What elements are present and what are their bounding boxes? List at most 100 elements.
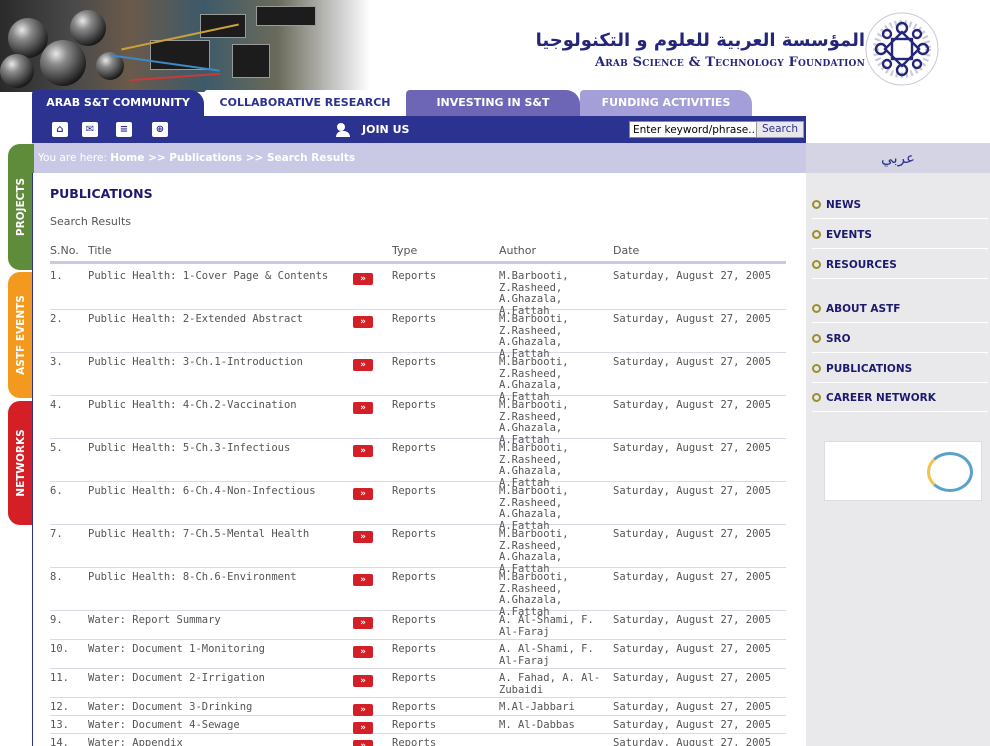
row-title-link[interactable]: Public Health: 7-Ch.5-Mental Health xyxy=(88,528,348,541)
join-us-label: JOIN US xyxy=(362,123,410,136)
breadcrumb: You are here: Home >> Publications >> Se… xyxy=(32,143,806,173)
nav-resources[interactable]: RESOURCES xyxy=(812,251,988,279)
row-number: 11. xyxy=(50,672,69,684)
document-icon[interactable]: ≡ xyxy=(116,122,132,137)
row-number: 9. xyxy=(50,614,63,626)
search-button[interactable]: Search xyxy=(756,121,804,138)
row-title-link[interactable]: Water: Document 3-Drinking xyxy=(88,701,348,714)
table-row: 10. Water: Document 1-Monitoring Reports A.… xyxy=(50,641,786,669)
page-title: PUBLICATIONS xyxy=(50,186,153,201)
view-arrow-icon[interactable]: » xyxy=(353,617,373,629)
nav-sro[interactable]: SRO xyxy=(812,325,988,353)
tab-arab-st-community[interactable]: ARAB S&T COMMUNITY xyxy=(32,90,204,116)
row-title-link[interactable]: Public Health: 3-Ch.1-Introduction xyxy=(88,356,348,369)
row-date: Saturday, August 27, 2005 xyxy=(613,643,772,655)
row-number: 13. xyxy=(50,719,69,731)
side-tab-networks[interactable]: NETWORKS xyxy=(8,401,34,525)
row-title-link[interactable]: Public Health: 5-Ch.3-Infectious xyxy=(88,442,348,455)
row-author: A. Al-Shami, F. Al-Faraj xyxy=(499,643,594,667)
nav-about-astf[interactable]: ABOUT ASTF xyxy=(812,295,988,323)
row-number: 10. xyxy=(50,643,69,655)
row-date: Saturday, August 27, 2005 xyxy=(613,485,772,497)
tab-collaborative-research-label: COLLABORATIVE RESEARCH xyxy=(219,96,391,109)
view-arrow-icon[interactable]: » xyxy=(353,531,373,543)
view-arrow-icon[interactable]: » xyxy=(353,646,373,658)
sitemap-icon[interactable]: ⊕ xyxy=(152,122,168,137)
row-title-link[interactable]: Public Health: 8-Ch.6-Environment xyxy=(88,571,348,584)
view-arrow-icon[interactable]: » xyxy=(353,722,373,734)
row-number: 7. xyxy=(50,528,63,540)
row-date: Saturday, August 27, 2005 xyxy=(613,356,772,368)
row-author: M. Al-Dabbas xyxy=(499,719,575,731)
row-title-link[interactable]: Public Health: 2-Extended Abstract xyxy=(88,313,348,326)
circle-bullet-icon xyxy=(812,260,821,269)
table-row: 6. Public Health: 6-Ch.4-Non-Infectious Re… xyxy=(50,483,786,531)
table-row: 8. Public Health: 8-Ch.6-Environment Repor… xyxy=(50,569,786,617)
row-type: Reports xyxy=(392,356,437,368)
nav-publications[interactable]: PUBLICATIONS xyxy=(812,355,988,383)
table-row: 13. Water: Document 4-Sewage Reports M. Al-… xyxy=(50,717,786,734)
row-title-link[interactable]: Public Health: 4-Ch.2-Vaccination xyxy=(88,399,348,412)
view-arrow-icon[interactable]: » xyxy=(353,273,373,285)
foundation-name-english: Arab Science & Technology Foundation xyxy=(594,55,865,70)
table-row: 11. Water: Document 2-Irrigation Reports A.… xyxy=(50,670,786,698)
row-date: Saturday, August 27, 2005 xyxy=(613,442,772,454)
home-icon[interactable]: ⌂ xyxy=(52,122,68,137)
row-date: Saturday, August 27, 2005 xyxy=(613,399,772,411)
row-title-link[interactable]: Public Health: 6-Ch.4-Non-Infectious xyxy=(88,485,348,498)
forum-banner-ad[interactable] xyxy=(824,441,982,501)
view-arrow-icon[interactable]: » xyxy=(353,445,373,457)
table-row: 3. Public Health: 3-Ch.1-Introduction Repo… xyxy=(50,354,786,402)
view-arrow-icon[interactable]: » xyxy=(353,402,373,414)
row-title-link[interactable]: Public Health: 1-Cover Page & Contents xyxy=(88,270,348,283)
nav-label: RESOURCES xyxy=(826,259,897,271)
side-tab-label: ASTF EVENTS xyxy=(15,295,27,375)
row-title-link[interactable]: Water: Appendix xyxy=(88,737,348,746)
row-date: Saturday, August 27, 2005 xyxy=(613,528,772,540)
join-us-link[interactable]: JOIN US xyxy=(336,116,409,143)
nav-news[interactable]: NEWS xyxy=(812,191,988,219)
view-arrow-icon[interactable]: » xyxy=(353,704,373,716)
row-type: Reports xyxy=(392,571,437,583)
table-row: 4. Public Health: 4-Ch.2-Vaccination Repor… xyxy=(50,397,786,445)
view-arrow-icon[interactable]: » xyxy=(353,740,373,746)
arabic-language-link[interactable]: عربي xyxy=(806,143,990,173)
row-title-link[interactable]: Water: Report Summary xyxy=(88,614,348,627)
nav-label: ABOUT ASTF xyxy=(826,303,901,315)
row-type: Reports xyxy=(392,643,437,655)
tab-investing-in-st[interactable]: INVESTING IN S&T xyxy=(406,90,580,116)
breadcrumb-home-link[interactable]: Home xyxy=(110,152,144,164)
col-header-author: Author xyxy=(499,244,537,257)
nav-career-network[interactable]: CAREER NETWORK xyxy=(812,384,988,412)
page-subtitle: Search Results xyxy=(50,215,132,228)
breadcrumb-publications-link[interactable]: Publications xyxy=(169,152,242,164)
view-arrow-icon[interactable]: » xyxy=(353,359,373,371)
side-tab-label: NETWORKS xyxy=(15,429,27,497)
row-title-link[interactable]: Water: Document 4-Sewage xyxy=(88,719,348,732)
row-date: Saturday, August 27, 2005 xyxy=(613,719,772,731)
view-arrow-icon[interactable]: » xyxy=(353,675,373,687)
row-type: Reports xyxy=(392,528,437,540)
breadcrumb-separator: >> xyxy=(242,152,267,164)
view-arrow-icon[interactable]: » xyxy=(353,488,373,500)
side-tab-astf-events[interactable]: ASTF EVENTS xyxy=(8,272,34,398)
col-header-title: Title xyxy=(88,244,112,257)
row-date: Saturday, August 27, 2005 xyxy=(613,701,772,713)
row-type: Reports xyxy=(392,270,437,282)
tab-collaborative-research[interactable]: COLLABORATIVE RESEARCH xyxy=(204,90,406,116)
view-arrow-icon[interactable]: » xyxy=(353,316,373,328)
toolbar: ⌂ ✉ ≡ ⊕ JOIN US Search xyxy=(32,116,806,143)
row-title-link[interactable]: Water: Document 2-Irrigation xyxy=(88,672,348,685)
row-title-link[interactable]: Water: Document 1-Monitoring xyxy=(88,643,348,656)
table-row: 7. Public Health: 7-Ch.5-Mental Health Rep… xyxy=(50,526,786,574)
nav-events[interactable]: EVENTS xyxy=(812,221,988,249)
col-header-type: Type xyxy=(392,244,418,257)
row-author: A. Fahad, A. Al-Zubaidi xyxy=(499,672,601,696)
mail-icon[interactable]: ✉ xyxy=(82,122,98,137)
view-arrow-icon[interactable]: » xyxy=(353,574,373,586)
astf-logo-icon[interactable] xyxy=(862,8,942,90)
side-tab-projects[interactable]: PROJECTS xyxy=(8,144,34,270)
tab-funding-activities[interactable]: FUNDING ACTIVITIES xyxy=(580,90,752,116)
row-type: Reports xyxy=(392,701,437,713)
row-number: 8. xyxy=(50,571,63,583)
